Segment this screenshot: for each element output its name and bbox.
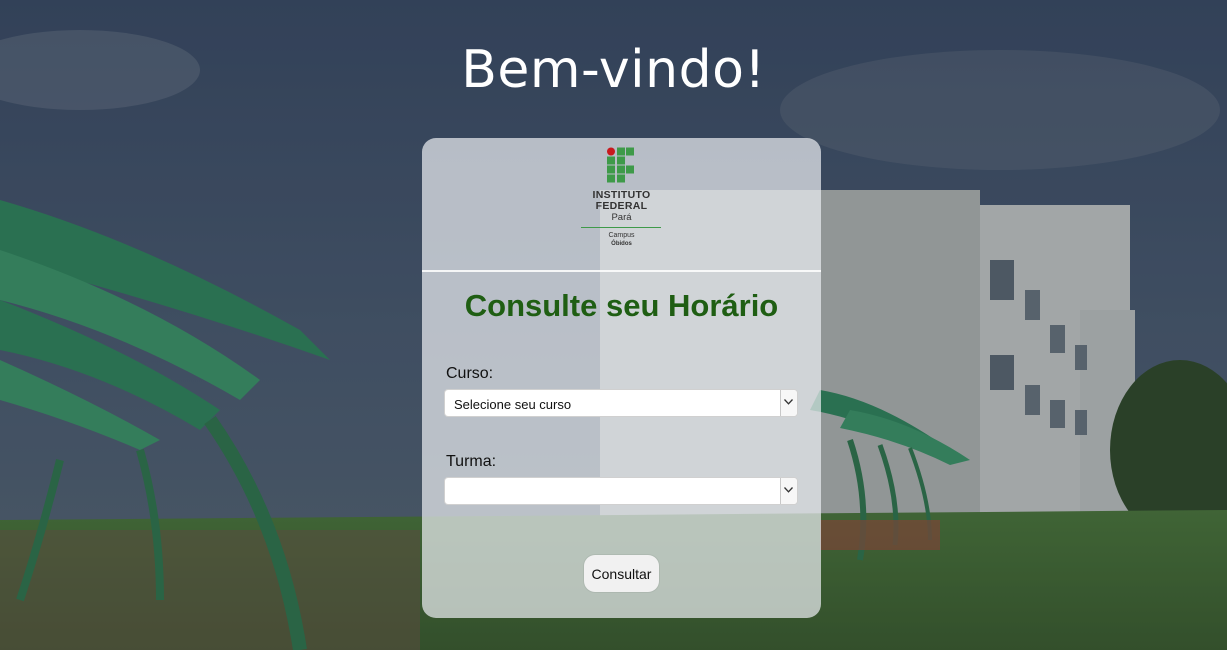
turma-label: Turma: bbox=[446, 453, 497, 470]
curso-select-value: Selecione seu curso bbox=[454, 397, 572, 412]
card-divider bbox=[422, 270, 821, 272]
welcome-heading: Bem-vindo! bbox=[461, 40, 766, 100]
login-card: INSTITUTO FEDERAL Pará Campus Óbidos Con… bbox=[422, 138, 821, 618]
logo-text-state: Pará bbox=[611, 212, 632, 223]
institution-logo: INSTITUTO FEDERAL Pará Campus Óbidos bbox=[422, 138, 821, 270]
chevron-down-icon bbox=[784, 487, 793, 493]
chevron-down-icon bbox=[784, 399, 793, 405]
logo-text-campus: Campus bbox=[608, 232, 635, 239]
logo-text-federal: FEDERAL bbox=[595, 200, 648, 212]
curso-select[interactable]: Selecione seu curso bbox=[444, 389, 798, 417]
consultar-button[interactable]: Consultar bbox=[584, 555, 659, 592]
logo-text-campus-name: Óbidos bbox=[611, 241, 632, 247]
turma-dropdown-button[interactable] bbox=[780, 478, 797, 504]
turma-select[interactable] bbox=[444, 477, 798, 505]
form-title: Consulte seu Horário bbox=[464, 288, 779, 323]
curso-dropdown-button[interactable] bbox=[780, 390, 797, 416]
logo-divider bbox=[581, 227, 661, 228]
curso-label: Curso: bbox=[446, 365, 494, 382]
page: Bem-vindo! INSTITUTO FEDERAL Pará Campus… bbox=[0, 0, 1227, 650]
ifpa-logo-icon bbox=[607, 147, 634, 183]
